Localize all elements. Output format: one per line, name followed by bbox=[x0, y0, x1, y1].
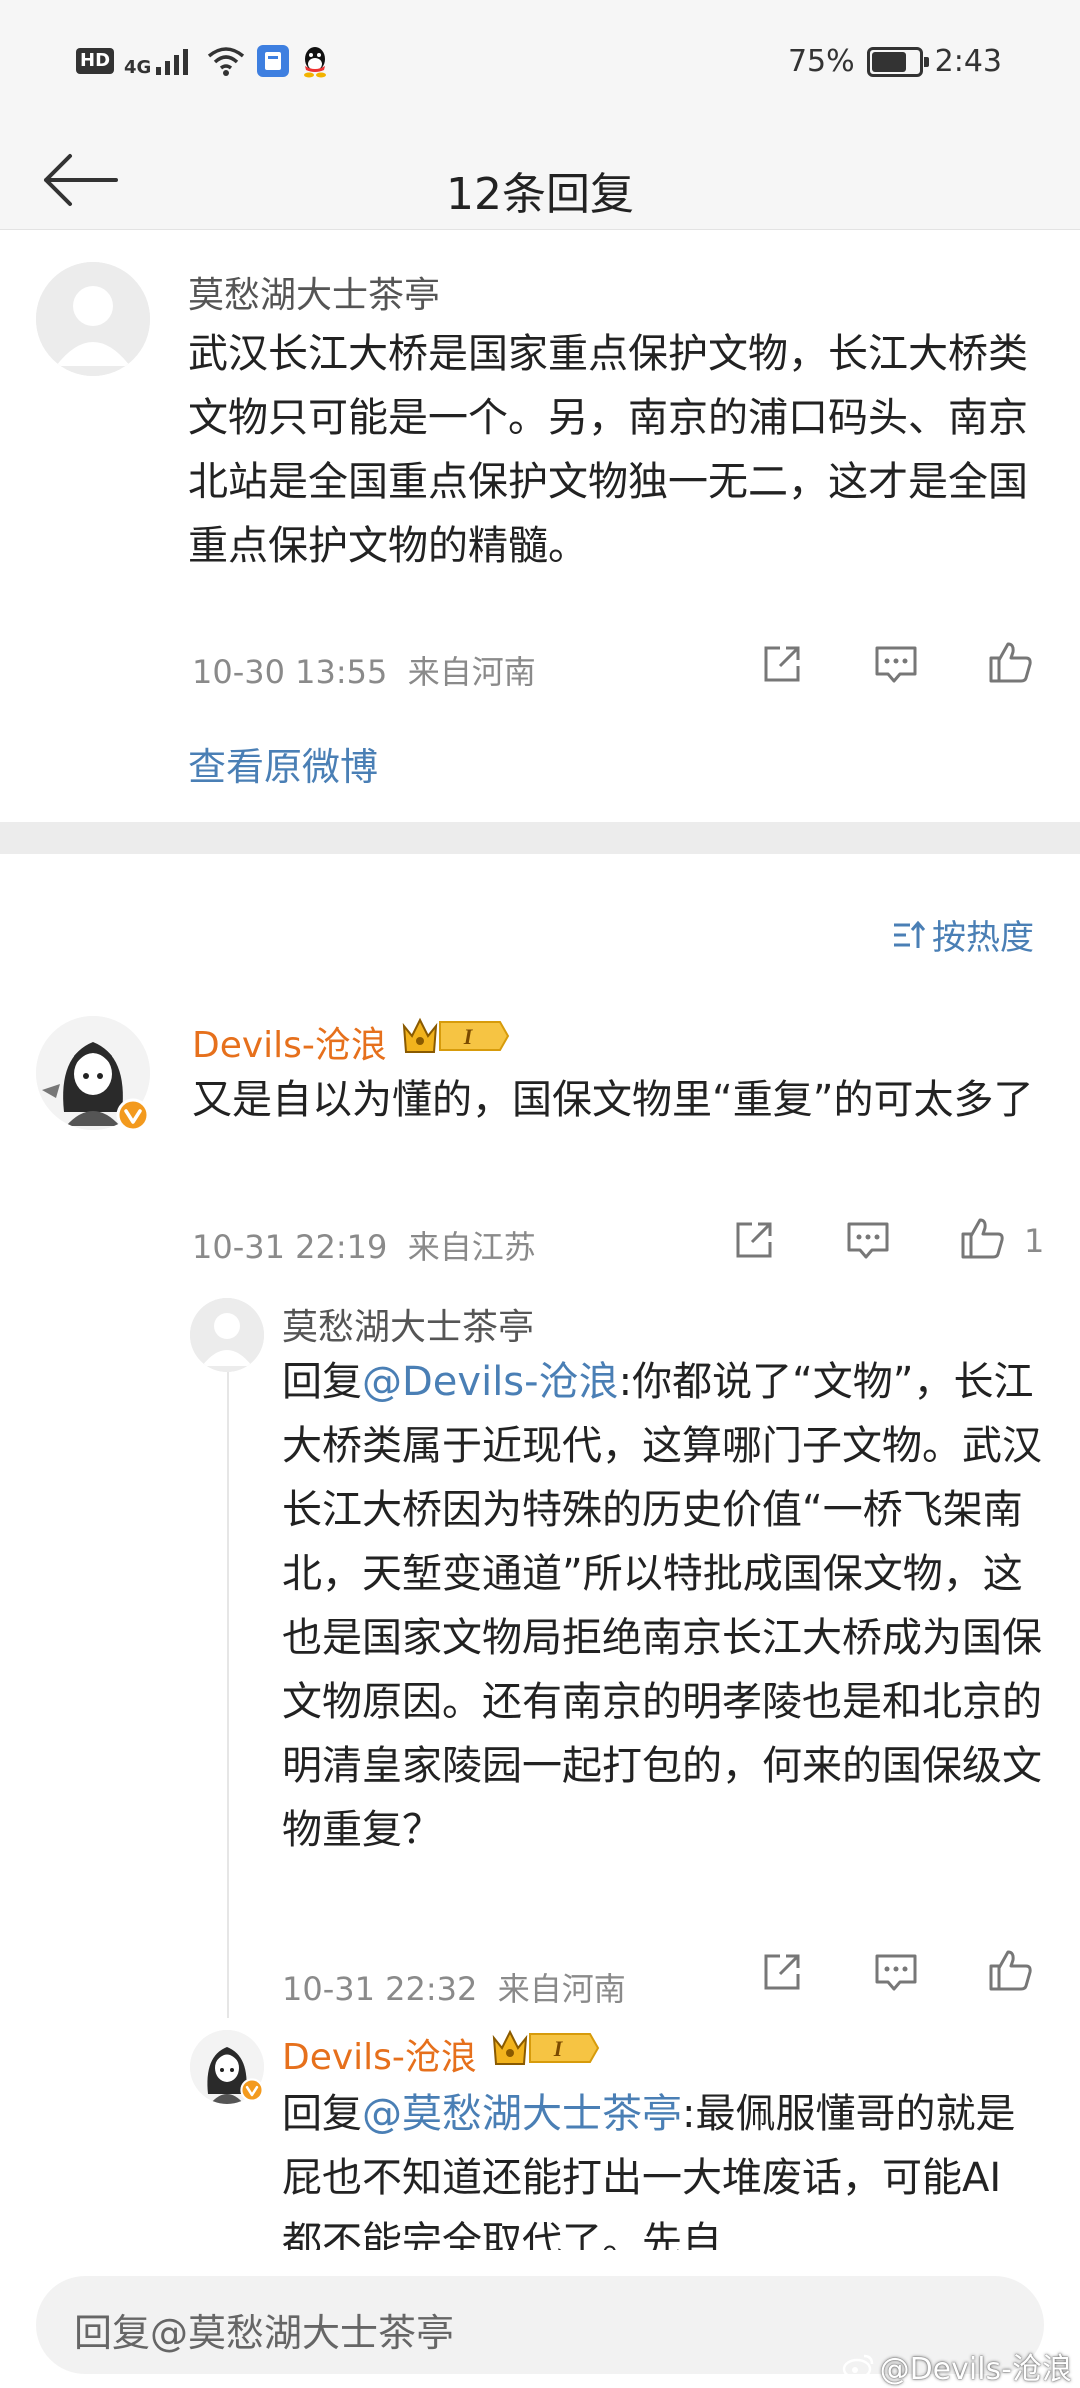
comment-text: 又是自以为懂的，国保文物里“重复”的可太多了 bbox=[192, 1077, 1034, 1123]
like-count: 1 bbox=[1024, 1222, 1045, 1260]
comment-icon[interactable] bbox=[844, 1216, 892, 1264]
comment-meta: 10-31 22:19 来自江苏 bbox=[192, 1222, 536, 1268]
view-original-link[interactable]: 查看原微博 bbox=[188, 736, 378, 791]
like-icon[interactable] bbox=[958, 1214, 1006, 1262]
watermark: @Devils-沧浪 bbox=[842, 2344, 1072, 2388]
reply-text: 回复@Devils-沧浪:你都说了“文物”，长江大桥类属于近现代，这算哪门子文物… bbox=[282, 1350, 1048, 1862]
avatar[interactable] bbox=[190, 1298, 264, 1372]
reply-text: 回复@莫愁湖大士茶亭:最佩服懂哥的就是屁也不知道还能打出一大堆废话，可能AI都不… bbox=[282, 2082, 1022, 2250]
like-icon[interactable] bbox=[986, 638, 1034, 686]
app-notification-icon bbox=[257, 45, 290, 77]
top-nav-bar: 12条回复 bbox=[0, 130, 1080, 230]
wifi-icon bbox=[208, 47, 245, 76]
sort-label: 按热度 bbox=[932, 918, 1034, 958]
location: 来自江苏 bbox=[407, 1228, 536, 1266]
reply-username[interactable]: 莫愁湖大士茶亭 bbox=[282, 1298, 534, 1350]
mention-link[interactable]: @Devils-沧浪 bbox=[362, 1359, 619, 1405]
level-badge-text: I bbox=[463, 1024, 474, 1049]
battery-icon bbox=[866, 46, 929, 77]
page-title: 12条回复 bbox=[446, 169, 634, 220]
comment-icon[interactable] bbox=[872, 1948, 920, 1996]
signal-icon: 4G bbox=[124, 45, 196, 77]
battery-percent: 75% bbox=[787, 44, 855, 79]
timestamp: 10-31 22:19 bbox=[192, 1228, 388, 1266]
reply-meta: 10-31 22:32 来自河南 bbox=[282, 1964, 626, 2010]
section-divider bbox=[0, 822, 1080, 854]
reply-username[interactable]: Devils-沧浪 bbox=[282, 2028, 477, 2080]
status-bar: HD 4G 75% 2:43 bbox=[0, 0, 1080, 130]
share-icon[interactable] bbox=[730, 1216, 778, 1264]
battery-fill bbox=[871, 51, 907, 72]
avatar[interactable] bbox=[36, 262, 150, 376]
qq-icon bbox=[304, 47, 327, 78]
root-comment-text: 武汉长江大桥是国家重点保护文物，长江大桥类文物只可能是一个。另，南京的浦口码头、… bbox=[188, 331, 1028, 569]
reply-body: :你都说了“文物”，长江大桥类属于近现代，这算哪门子文物。武汉长江大桥因为特殊的… bbox=[282, 1359, 1042, 1853]
reply-input-placeholder: 回复@莫愁湖大士茶亭 bbox=[74, 2311, 455, 2355]
share-icon[interactable] bbox=[758, 1948, 806, 1996]
mention-link[interactable]: @莫愁湖大士茶亭 bbox=[362, 2091, 682, 2137]
level-badge-text: I bbox=[553, 2036, 564, 2061]
sort-icon bbox=[894, 920, 926, 948]
comment-icon[interactable] bbox=[872, 640, 920, 688]
watermark-text: @Devils-沧浪 bbox=[879, 2352, 1072, 2387]
reply-prefix: 回复 bbox=[282, 2091, 362, 2137]
status-icons-right: 75% 2:43 bbox=[788, 44, 1002, 79]
timestamp: 10-30 13:55 bbox=[192, 653, 388, 691]
root-comment-meta: 10-30 13:55 来自河南 bbox=[192, 647, 536, 693]
root-comment-username[interactable]: 莫愁湖大士茶亭 bbox=[188, 266, 440, 318]
share-icon[interactable] bbox=[758, 640, 806, 688]
like-icon[interactable] bbox=[986, 1946, 1034, 1994]
hd-icon: HD bbox=[76, 48, 115, 74]
comment-username[interactable]: Devils-沧浪 bbox=[192, 1016, 387, 1068]
timestamp: 10-31 22:32 bbox=[282, 1970, 478, 2008]
status-icons-left: HD 4G bbox=[76, 44, 330, 78]
location: 来自河南 bbox=[497, 1970, 626, 2008]
clock: 2:43 bbox=[934, 44, 1002, 79]
reply-prefix: 回复 bbox=[282, 1359, 362, 1405]
network-4g-label: 4G bbox=[124, 57, 152, 78]
vip-crown-badge-icon: I bbox=[402, 1017, 510, 1053]
verified-badge-icon bbox=[116, 1098, 150, 1132]
location: 来自河南 bbox=[407, 653, 536, 691]
vip-crown-badge-icon: I bbox=[492, 2029, 600, 2065]
weibo-logo-icon bbox=[842, 2354, 873, 2380]
thread-line bbox=[227, 1372, 229, 2018]
sort-toggle[interactable]: 按热度 bbox=[892, 910, 1034, 959]
verified-badge-icon bbox=[240, 2078, 264, 2102]
